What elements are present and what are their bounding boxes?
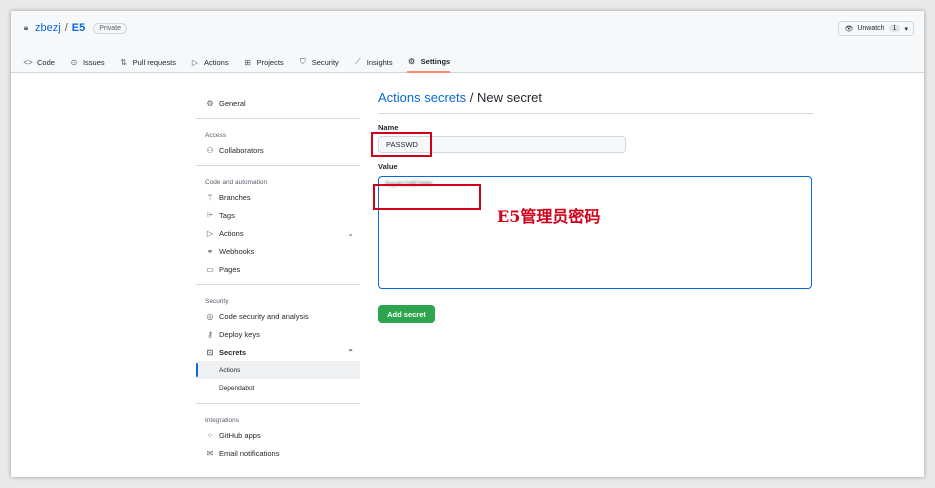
sidebar-item-deploy-keys[interactable]: ⚷ Deploy keys — [196, 325, 360, 343]
codescan-icon: ◎ — [206, 311, 214, 321]
sidebar-item-label: Branches — [219, 192, 251, 202]
sidebar-heading-code: Code and automation — [205, 179, 268, 186]
page-title: Actions secrets / New secret — [378, 90, 813, 114]
people-icon: ⚇ — [206, 145, 214, 155]
gear-icon: ⚙ — [206, 98, 214, 108]
tab-label: Issues — [82, 57, 105, 67]
sidebar-divider — [196, 403, 360, 404]
tab-label: Projects — [256, 57, 284, 67]
watch-count: 1 — [888, 25, 901, 32]
repo-header: 🔒︎ zbezj / E5 Private 👁︎ Unwatch 1 ▾ <> C… — [11, 11, 924, 73]
sidebar-item-label: Secrets — [219, 347, 247, 357]
tab-label: Pull requests — [132, 57, 176, 67]
repo-tabs: <> Code ⊙ Issues ⇅ Pull requests ▷ Actions ⊞… — [23, 51, 451, 73]
sidebar-item-label: Email notifications — [219, 448, 280, 458]
tab-label: Settings — [420, 56, 451, 66]
sidebar-item-label: Tags — [219, 210, 235, 220]
eye-icon: 👁︎ — [844, 25, 854, 33]
sidebar-item-email-notifications[interactable]: ✉ Email notifications — [196, 444, 360, 462]
tab-label: Actions — [203, 57, 229, 67]
key-icon: ⚷ — [207, 329, 213, 339]
sidebar-heading-access: Access — [205, 132, 226, 139]
add-secret-button[interactable]: Add secret — [378, 305, 435, 323]
issue-icon: ⊙ — [70, 57, 78, 67]
unwatch-label: Unwatch — [857, 25, 885, 32]
sidebar-item-branches[interactable]: ᛘ Branches — [196, 188, 360, 206]
gear-icon: ⚙ — [408, 56, 416, 66]
secret-icon: ⊡ — [206, 347, 214, 357]
highlight-box-value — [373, 184, 481, 210]
sidebar-item-label: GitHub apps — [219, 430, 261, 440]
highlight-box-name — [371, 132, 432, 157]
breadcrumb-actions-secrets[interactable]: Actions secrets — [378, 90, 466, 105]
sidebar-item-secrets[interactable]: ⊡ Secrets ⌃ — [196, 343, 360, 361]
repo-owner-link[interactable]: zbezj — [35, 22, 61, 34]
repo-title: 🔒︎ zbezj / E5 Private — [21, 22, 128, 34]
sidebar-item-actions[interactable]: ▷ Actions ⌄ — [196, 224, 360, 242]
tab-security[interactable]: ⛉ Security — [298, 51, 339, 73]
sidebar-item-label: Pages — [219, 264, 241, 274]
branch-icon: ᛘ — [207, 192, 213, 202]
value-label: Value — [378, 162, 398, 171]
sidebar-item-secrets-dependabot[interactable]: Dependabot — [196, 379, 360, 397]
caret-down-icon: ▾ — [904, 25, 908, 33]
sidebar-item-label: General — [219, 98, 246, 108]
play-icon: ▷ — [191, 57, 199, 67]
pull-request-icon: ⇅ — [120, 57, 127, 67]
tab-pull-requests[interactable]: ⇅ Pull requests — [119, 51, 176, 73]
sidebar-divider — [196, 284, 360, 285]
chevron-up-icon[interactable]: ⌃ — [347, 348, 354, 357]
tab-insights[interactable]: ⟋ Insights — [353, 51, 393, 73]
graph-icon: ⟋ — [354, 57, 361, 66]
sidebar-item-tags[interactable]: ⌲ Tags — [196, 206, 360, 224]
chevron-down-icon[interactable]: ⌄ — [347, 229, 354, 238]
sidebar-item-secrets-actions[interactable]: Actions — [196, 361, 360, 379]
sidebar-item-webhooks[interactable]: ⚭ Webhooks — [196, 242, 360, 260]
sidebar-heading-integrations: Integrations — [205, 417, 239, 424]
sidebar-item-label: Collaborators — [219, 145, 264, 155]
sidebar-item-label: Deploy keys — [219, 329, 260, 339]
sidebar-item-label: Code security and analysis — [219, 311, 309, 321]
tab-actions[interactable]: ▷ Actions — [190, 51, 229, 73]
repo-separator: / — [64, 22, 68, 34]
sidebar-item-label: Actions — [219, 228, 244, 238]
sidebar-heading-security: Security — [205, 298, 229, 305]
tab-label: Code — [37, 57, 55, 67]
mail-icon: ✉ — [206, 448, 214, 458]
sidebar-item-label: Actions — [219, 366, 241, 374]
webhook-icon: ⚭ — [206, 246, 214, 256]
apps-icon: ⁘ — [206, 430, 214, 440]
play-icon: ▷ — [206, 228, 214, 238]
tab-code[interactable]: <> Code — [23, 51, 55, 73]
repo-name-link[interactable]: E5 — [72, 22, 85, 34]
annotation-label: E5管理员密码 — [497, 207, 601, 226]
sidebar-item-github-apps[interactable]: ⁘ GitHub apps — [196, 426, 360, 444]
code-icon: <> — [23, 57, 33, 67]
settings-sidebar: ⚙ General Access ⚇ Collaborators Code and … — [196, 94, 360, 462]
repo-lock-icon: 🔒︎ — [23, 23, 29, 32]
breadcrumb-current: / New secret — [466, 90, 543, 105]
sidebar-item-label: Dependabot — [219, 384, 255, 392]
sidebar-divider — [196, 165, 360, 166]
sidebar-item-code-security[interactable]: ◎ Code security and analysis — [196, 307, 360, 325]
unwatch-button[interactable]: 👁︎ Unwatch 1 ▾ — [838, 21, 914, 36]
table-icon: ⊞ — [244, 57, 251, 67]
sidebar-divider — [196, 118, 360, 119]
tab-label: Insights — [366, 57, 393, 67]
browser-icon: ▭ — [206, 264, 214, 274]
name-label: Name — [378, 123, 399, 132]
sidebar-item-label: Webhooks — [219, 246, 255, 256]
tab-settings[interactable]: ⚙ Settings — [406, 51, 451, 73]
tag-icon: ⌲ — [206, 210, 214, 219]
tab-label: Security — [311, 57, 339, 67]
sidebar-item-general[interactable]: ⚙ General — [196, 94, 360, 112]
sidebar-item-collaborators[interactable]: ⚇ Collaborators — [196, 141, 360, 159]
sidebar-item-pages[interactable]: ▭ Pages — [196, 260, 360, 278]
shield-icon: ⛉ — [299, 57, 306, 66]
tab-issues[interactable]: ⊙ Issues — [69, 51, 105, 73]
browser-frame: 🔒︎ zbezj / E5 Private 👁︎ Unwatch 1 ▾ <> C… — [11, 11, 924, 477]
visibility-badge: Private — [93, 22, 128, 34]
tab-projects[interactable]: ⊞ Projects — [243, 51, 284, 73]
